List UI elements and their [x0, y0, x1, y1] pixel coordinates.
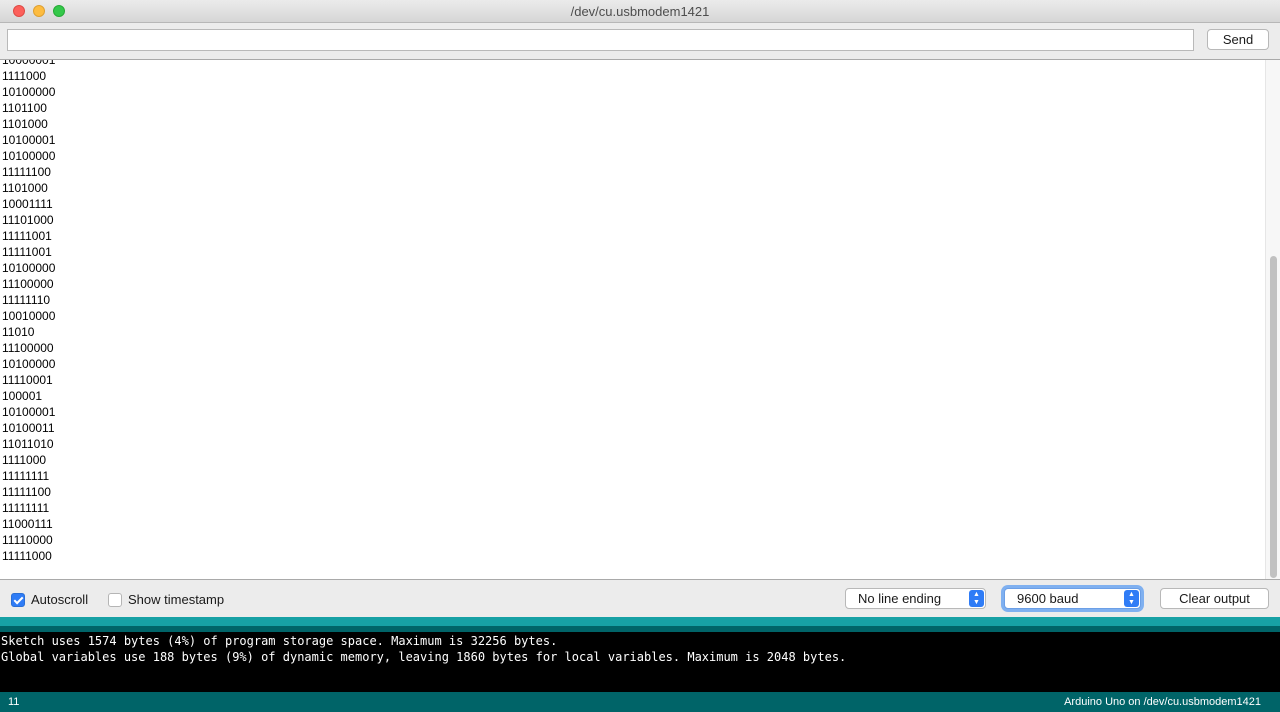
serial-output-line: 11011010 — [2, 437, 54, 451]
autoscroll-label[interactable]: Autoscroll — [31, 591, 88, 609]
serial-output-line: 11000111 — [2, 517, 53, 531]
updown-chevron-icon: ▲ ▼ — [969, 590, 984, 607]
options-bar: Autoscroll Show timestamp No line ending… — [0, 581, 1280, 617]
serial-output-line: 10100011 — [2, 421, 55, 435]
serial-output-line: 11010 — [2, 325, 35, 339]
clear-output-button[interactable]: Clear output — [1160, 588, 1269, 609]
line-ending-value: No line ending — [858, 591, 942, 606]
serial-output-line: 10100001 — [2, 405, 56, 419]
serial-output-line: 11110001 — [2, 373, 53, 387]
serial-output-line: 10100000 — [2, 261, 56, 275]
serial-output-line: 11111001 — [2, 245, 52, 259]
compiler-console: Sketch uses 1574 bytes (4%) of program s… — [0, 632, 1280, 692]
send-button[interactable]: Send — [1207, 29, 1269, 50]
serial-output-line: 11111111 — [2, 469, 50, 483]
status-bar: 11 Arduino Uno on /dev/cu.usbmodem1421 — [0, 692, 1280, 712]
serial-output-line: 11111001 — [2, 229, 52, 243]
baud-rate-value: 9600 baud — [1017, 591, 1079, 606]
serial-output-line: 100001 — [2, 389, 43, 403]
serial-output-lines: 10000001 1111000 10100000 1101100 1101000 101… — [2, 59, 56, 564]
serial-output-line: 1111000 — [2, 69, 47, 83]
serial-output-line: 11100000 — [2, 341, 54, 355]
serial-output-line: 10100000 — [2, 149, 56, 163]
output-scrollbar[interactable] — [1265, 60, 1280, 579]
baud-rate-select[interactable]: 9600 baud ▲ ▼ — [1004, 588, 1141, 609]
console-line: Global variables use 188 bytes (9%) of d… — [1, 650, 847, 664]
serial-output-line: 1101000 — [2, 181, 48, 195]
console-line: Sketch uses 1574 bytes (4%) of program s… — [1, 634, 558, 648]
line-number: 11 — [8, 696, 20, 708]
output-scrollbar-thumb[interactable] — [1270, 256, 1277, 578]
serial-output-line: 10001111 — [2, 197, 53, 211]
serial-output-line: 1101100 — [2, 101, 47, 115]
serial-output-line: 1101000 — [2, 117, 48, 131]
autoscroll-checkbox[interactable] — [11, 593, 25, 607]
title-bar: /dev/cu.usbmodem1421 — [0, 0, 1280, 23]
show-timestamp-checkbox[interactable] — [108, 593, 122, 607]
line-ending-select[interactable]: No line ending ▲ ▼ — [845, 588, 986, 609]
window-title: /dev/cu.usbmodem1421 — [570, 4, 710, 19]
serial-output-line: 11110000 — [2, 533, 53, 547]
serial-output-line: 10010000 — [2, 309, 56, 323]
serial-output-line: 10100001 — [2, 133, 56, 147]
serial-output-line: 11111000 — [2, 549, 52, 563]
serial-output-line: 1111000 — [2, 453, 47, 467]
serial-output-line: 11101000 — [2, 213, 54, 227]
serial-output-line: 11111110 — [2, 293, 51, 307]
serial-output-line: 11100000 — [2, 277, 54, 291]
serial-output-area[interactable]: 10000001 1111000 10100000 1101100 1101000 101… — [0, 59, 1280, 580]
serial-output-line: 10100000 — [2, 357, 56, 371]
serial-output-line: 11111100 — [2, 485, 51, 499]
updown-chevron-icon: ▲ ▼ — [1124, 590, 1139, 607]
serial-output-line: 11111111 — [2, 501, 50, 515]
serial-output-line: 10000001 — [2, 59, 56, 67]
serial-output-line: 11111100 — [2, 165, 51, 179]
show-timestamp-label[interactable]: Show timestamp — [128, 591, 224, 609]
serial-output-line: 10100000 — [2, 85, 56, 99]
serial-send-input[interactable] — [7, 29, 1194, 51]
board-port-info: Arduino Uno on /dev/cu.usbmodem1421 — [1064, 696, 1261, 708]
